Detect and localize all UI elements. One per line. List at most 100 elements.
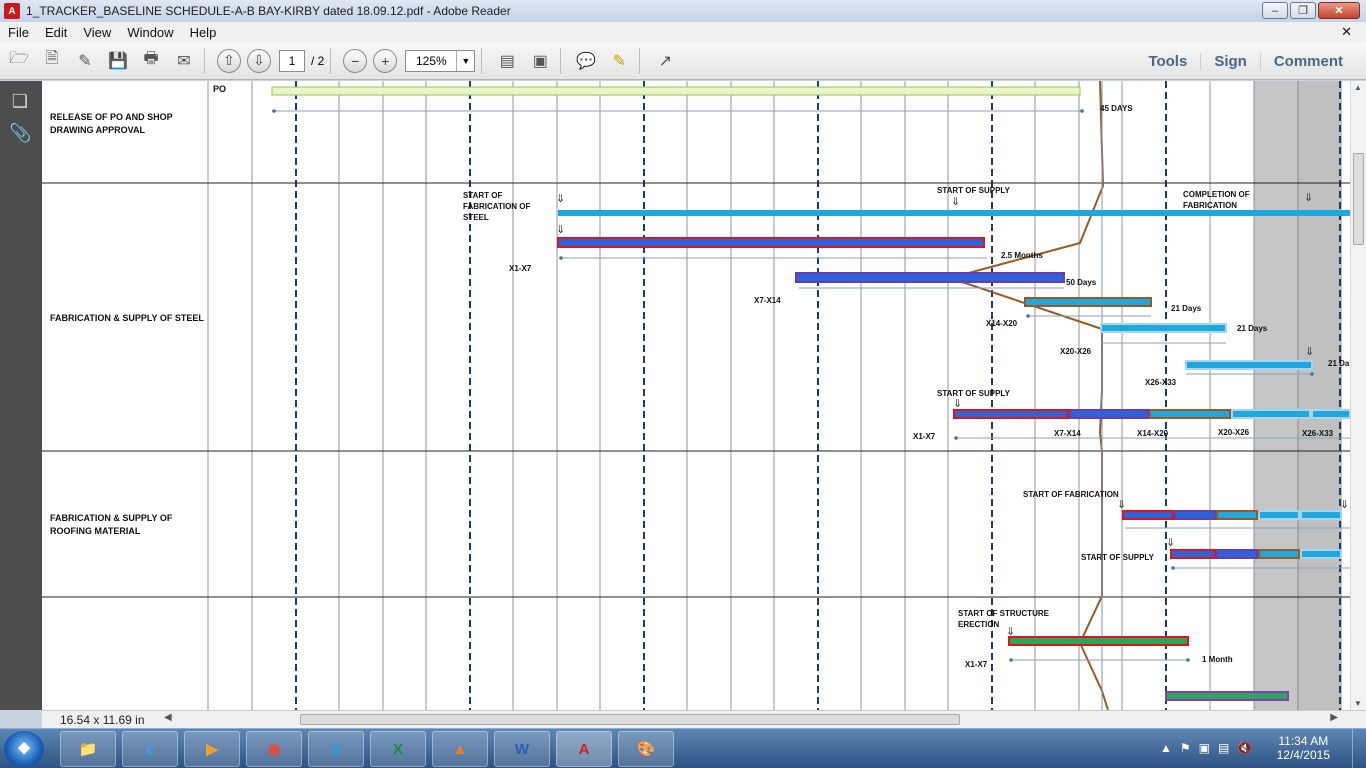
- fit-width-icon[interactable]: ▣: [526, 47, 554, 75]
- annotation: 21 Days: [1237, 324, 1268, 333]
- down-arrow-icon: ⇓: [1117, 499, 1126, 511]
- chevron-down-icon[interactable]: ▼: [456, 50, 474, 71]
- full-screen-icon[interactable]: ↗: [651, 47, 679, 75]
- zoom-select[interactable]: 125% ▼: [405, 49, 476, 72]
- down-arrow-icon: ⇓: [1006, 626, 1015, 638]
- word-icon[interactable]: W: [494, 731, 550, 767]
- menu-file[interactable]: File: [0, 25, 37, 40]
- scroll-up-icon[interactable]: ▲: [1354, 83, 1362, 92]
- gantt-bar: [1300, 549, 1342, 559]
- comment-pane-button[interactable]: Comment: [1259, 52, 1356, 70]
- gantt-bar: [1258, 510, 1300, 520]
- minimize-button[interactable]: –: [1262, 2, 1288, 19]
- marker-dot: [1026, 314, 1030, 318]
- create-pdf-icon[interactable]: 🗎: [38, 47, 66, 75]
- marker-dot: [1171, 566, 1175, 570]
- clock-date: 12/4/2015: [1276, 748, 1330, 762]
- sign-pane-button[interactable]: Sign: [1200, 52, 1260, 70]
- adobe-reader-icon: A: [4, 3, 20, 19]
- tray-icons[interactable]: ▲⚑▣▤🔇: [1160, 741, 1260, 755]
- scroll-right-icon[interactable]: ▶: [1330, 712, 1338, 723]
- scroll-thumb[interactable]: [1353, 153, 1364, 245]
- marker-dot: [1310, 372, 1314, 376]
- next-page-icon[interactable]: ⇩: [247, 48, 271, 73]
- shaded-column: [1298, 81, 1342, 710]
- gantt-bar: [1311, 409, 1350, 419]
- annotation: X7-X14: [1054, 429, 1081, 438]
- marker-dot: [559, 256, 563, 260]
- internet-explorer-icon[interactable]: e: [122, 731, 178, 767]
- paint-icon[interactable]: 🎨: [618, 731, 674, 767]
- taskbar: ❖ 📁 e ▶ ◉ S X ▲ W A 🎨 ▲⚑▣▤🔇 11:34 AM 12/…: [0, 728, 1366, 768]
- annotation: X20-X26: [1060, 347, 1092, 356]
- annotation: ERECTION: [958, 620, 1000, 629]
- gantt-bar: [1165, 691, 1289, 701]
- annotation: X1-X7: [509, 264, 532, 273]
- vertical-scrollbar[interactable]: ▲ ▼: [1350, 81, 1366, 710]
- maximize-button[interactable]: ❐: [1290, 2, 1316, 19]
- annotation: 2.5 Months: [1001, 251, 1043, 260]
- gantt-bar: [795, 272, 1065, 283]
- menu-help[interactable]: Help: [182, 25, 225, 40]
- print-icon[interactable]: 🖶: [137, 47, 165, 75]
- sticky-note-icon[interactable]: 💬: [572, 47, 600, 75]
- row-label: FABRICATION & SUPPLY OF: [50, 513, 173, 523]
- clock-time: 11:34 AM: [1278, 734, 1329, 748]
- system-tray: ▲⚑▣▤🔇 11:34 AM 12/4/2015: [1156, 729, 1366, 768]
- annotation: FABRICATION OF: [463, 202, 531, 211]
- annotation: X14-X20: [1137, 429, 1169, 438]
- down-arrow-icon: ⇓: [556, 224, 565, 236]
- down-arrow-icon: ⇓: [556, 193, 565, 205]
- page-thumbnails-icon[interactable]: ❏: [9, 91, 31, 113]
- show-desktop-button[interactable]: [1352, 729, 1366, 768]
- page-number-input[interactable]: 1: [279, 49, 305, 72]
- gantt-schedule: RELEASE OF PO AND SHOP DRAWING APPROVAL …: [42, 81, 1350, 710]
- adobe-reader-task-icon[interactable]: A: [556, 731, 612, 767]
- open-file-icon[interactable]: 🗁: [5, 47, 33, 75]
- navigation-panel: ❏ 📎: [0, 81, 42, 710]
- task-panes: Tools Sign Comment: [1135, 42, 1356, 80]
- annotation: START OF: [463, 191, 503, 200]
- save-icon[interactable]: 💾: [104, 47, 132, 75]
- horizontal-scrollbar[interactable]: ◀ ▶: [162, 712, 1342, 727]
- scroll-down-icon[interactable]: ▼: [1354, 699, 1362, 708]
- scroll-thumb[interactable]: [300, 714, 960, 725]
- tools-pane-button[interactable]: Tools: [1135, 53, 1200, 70]
- close-document-icon[interactable]: ✕: [1333, 24, 1360, 40]
- annotation: X14-X20: [986, 319, 1018, 328]
- marker-dot: [1009, 658, 1013, 662]
- zoom-out-icon[interactable]: −: [343, 48, 368, 73]
- menu-view[interactable]: View: [75, 25, 119, 40]
- gantt-bar: [1024, 297, 1152, 307]
- annotation: 45 DAYS: [1100, 104, 1133, 113]
- excel-icon[interactable]: X: [370, 731, 426, 767]
- gantt-bar: [1069, 409, 1149, 419]
- file-explorer-icon[interactable]: 📁: [60, 731, 116, 767]
- previous-page-icon[interactable]: ⇧: [217, 48, 241, 73]
- email-icon[interactable]: ✉: [170, 47, 198, 75]
- row-label: ROOFING MATERIAL: [50, 526, 141, 536]
- zoom-in-icon[interactable]: +: [373, 48, 398, 73]
- shaded-column: [1254, 81, 1298, 710]
- menu-edit[interactable]: Edit: [37, 25, 75, 40]
- vlc-icon[interactable]: ▲: [432, 731, 488, 767]
- gantt-bar: [1231, 409, 1311, 419]
- windows-start-icon[interactable]: ❖: [4, 731, 44, 767]
- annotation: X26-X33: [1145, 378, 1177, 387]
- fit-page-icon[interactable]: ▤: [493, 47, 521, 75]
- scroll-left-icon[interactable]: ◀: [164, 712, 172, 723]
- document-view[interactable]: RELEASE OF PO AND SHOP DRAWING APPROVAL …: [42, 81, 1350, 710]
- skype-icon[interactable]: S: [308, 731, 364, 767]
- media-player-icon[interactable]: ▶: [184, 731, 240, 767]
- edit-pdf-icon[interactable]: ✎: [71, 47, 99, 75]
- chrome-icon[interactable]: ◉: [246, 731, 302, 767]
- highlight-text-icon[interactable]: ✎: [605, 47, 633, 75]
- down-arrow-icon: ⇓: [1166, 537, 1175, 549]
- annotation: 21 Da: [1328, 359, 1350, 368]
- down-arrow-icon: ⇓: [953, 398, 962, 410]
- attachments-icon[interactable]: 📎: [9, 123, 31, 145]
- annotation: START OF SUPPLY: [937, 186, 1011, 195]
- clock[interactable]: 11:34 AM 12/4/2015: [1277, 734, 1330, 762]
- close-button[interactable]: ✕: [1318, 2, 1360, 19]
- menu-window[interactable]: Window: [119, 25, 181, 40]
